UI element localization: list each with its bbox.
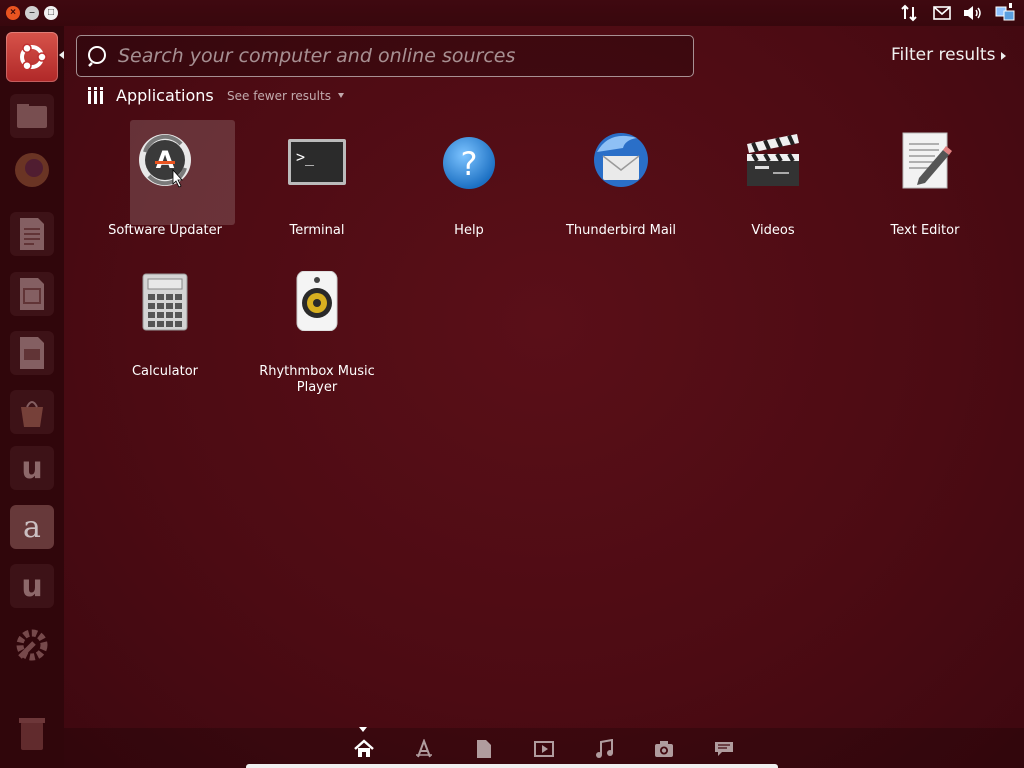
- trash-icon: [19, 718, 45, 750]
- app-text-editor[interactable]: Text Editor: [855, 130, 995, 254]
- filter-results-button[interactable]: Filter results: [891, 45, 995, 65]
- files-lens-button[interactable]: [473, 738, 495, 760]
- app-label: Software Updater: [108, 223, 222, 238]
- video-lens-button[interactable]: [533, 738, 555, 760]
- firefox-icon: [15, 153, 49, 187]
- mail-icon[interactable]: [931, 3, 953, 23]
- dash-home-button[interactable]: [6, 32, 58, 82]
- system-settings-launcher-item[interactable]: [10, 623, 54, 667]
- active-indicator-arrow: [59, 51, 64, 59]
- home-lens-button[interactable]: [353, 738, 375, 760]
- search-icon: [88, 46, 106, 67]
- app-software-updater[interactable]: A Software Updater: [95, 120, 235, 254]
- firefox-launcher-item[interactable]: [10, 148, 54, 192]
- ubuntu-logo-icon: [20, 43, 47, 71]
- filter-results-arrow-icon: [1001, 52, 1006, 60]
- app-label: Videos: [751, 223, 795, 238]
- app-thunderbird-mail[interactable]: Thunderbird Mail: [551, 130, 691, 254]
- ubuntu-one-launcher-item[interactable]: u: [10, 446, 54, 490]
- photo-lens-button[interactable]: [653, 738, 675, 760]
- minimize-window-button[interactable]: –: [25, 6, 39, 20]
- software-updater-icon: A: [139, 134, 191, 188]
- network-manager-icon[interactable]: [994, 3, 1016, 23]
- app-label: Thunderbird Mail: [565, 223, 677, 238]
- app-calculator[interactable]: Calculator: [95, 271, 235, 395]
- photo-lens-icon: [655, 741, 673, 757]
- software-center-icon: [21, 401, 43, 427]
- amazon-launcher-item[interactable]: a: [10, 505, 54, 549]
- ubuntu-one-icon: u: [21, 450, 43, 486]
- help-glyph: ?: [461, 145, 478, 183]
- volume-icon[interactable]: [962, 3, 984, 23]
- applications-lens-button[interactable]: [413, 738, 435, 760]
- app-label: Terminal: [289, 223, 345, 238]
- maximize-window-button[interactable]: □: [44, 6, 58, 20]
- app-label: Help: [454, 223, 484, 238]
- files-launcher-item[interactable]: [10, 94, 54, 138]
- app-videos[interactable]: Videos: [703, 130, 843, 254]
- close-window-button[interactable]: ×: [6, 6, 20, 20]
- software-center-launcher-item[interactable]: [10, 390, 54, 434]
- terminal-prompt-glyph: >_: [296, 148, 315, 166]
- help-icon: ?: [443, 137, 495, 189]
- writer-launcher-item[interactable]: [10, 212, 54, 256]
- system-settings-icon: [16, 629, 48, 661]
- app-label: Text Editor: [890, 223, 960, 238]
- music-lens-button[interactable]: [593, 738, 615, 760]
- text-editor-icon: [902, 132, 952, 189]
- amazon-icon: a: [23, 509, 41, 545]
- writer-icon: [20, 218, 44, 250]
- applications-category-icon: [88, 87, 103, 104]
- category-title: Applications: [116, 86, 214, 105]
- files-lens-icon: [477, 740, 491, 758]
- applications-lens-icon: [416, 739, 432, 758]
- app-help[interactable]: ? Help: [399, 130, 539, 254]
- calculator-icon: [142, 273, 188, 331]
- ubuntu-one-music-launcher-item[interactable]: u: [10, 564, 54, 608]
- video-lens-icon: [534, 741, 554, 757]
- calc-launcher-item[interactable]: [10, 272, 54, 316]
- updater-glyph: A: [156, 146, 175, 174]
- search-box[interactable]: [76, 35, 694, 77]
- videos-icon: [747, 134, 799, 186]
- trash-launcher-item[interactable]: [10, 712, 54, 756]
- see-fewer-results-link[interactable]: See fewer results: [227, 89, 331, 103]
- launcher: u a u: [0, 26, 64, 768]
- top-panel: × – □: [0, 0, 1024, 26]
- calc-icon: [20, 278, 44, 310]
- search-input[interactable]: [118, 45, 678, 67]
- music-lens-icon: [596, 739, 613, 758]
- thunderbird-icon: [594, 133, 648, 187]
- home-lens-icon: [354, 739, 374, 757]
- impress-icon: [20, 337, 44, 369]
- impress-launcher-item[interactable]: [10, 331, 54, 375]
- window-edge-strip: [246, 764, 778, 768]
- app-label: Rhythmbox Music Player: [259, 364, 375, 395]
- network-arrows-icon[interactable]: [898, 3, 920, 23]
- see-fewer-arrow-icon: [338, 93, 344, 98]
- social-lens-button[interactable]: [713, 738, 735, 760]
- files-icon: [17, 104, 47, 128]
- social-lens-icon: [715, 742, 733, 756]
- app-terminal[interactable]: >_ Terminal: [247, 130, 387, 254]
- app-rhythmbox-music-player[interactable]: Rhythmbox Music Player: [247, 271, 387, 395]
- rhythmbox-icon: [296, 271, 338, 331]
- ubuntu-one-music-icon: u: [21, 568, 43, 604]
- active-lens-indicator: [359, 727, 367, 732]
- app-label: Calculator: [131, 364, 198, 379]
- terminal-icon: >_: [288, 139, 346, 185]
